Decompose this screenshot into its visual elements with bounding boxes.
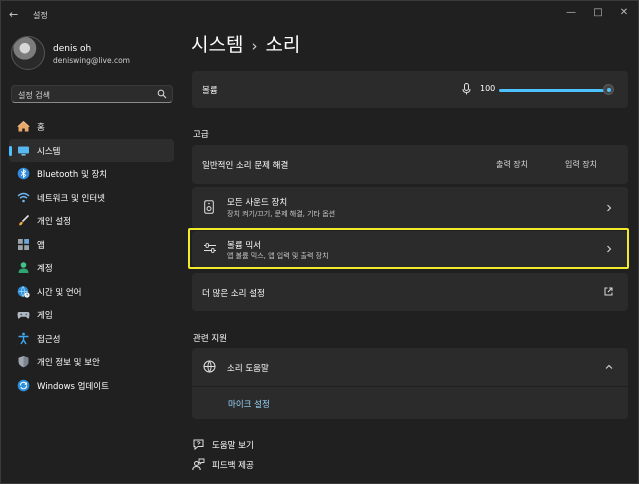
troubleshoot-card: 일반적인 소리 문제 해결 출력 장치 입력 장치 <box>192 145 628 184</box>
apps-icon <box>18 238 29 250</box>
sidebar-item-accessibility[interactable]: 접근성 <box>9 327 174 351</box>
sidebar-item-system[interactable]: 시스템 <box>9 138 174 162</box>
volume-mixer-card[interactable]: 볼륨 믹서 앱 볼륨 믹스, 앱 입력 및 출력 장치 <box>192 231 628 267</box>
all-sound-devices-description: 장치 켜기/끄기, 문제 해결, 기타 옵션 <box>227 210 336 218</box>
monitor-icon <box>18 146 29 155</box>
active-indicator <box>9 145 12 156</box>
shield-icon <box>18 356 29 368</box>
sound-help-label: 소리 도움말 <box>227 364 269 374</box>
title-bar: ← 설정 — □ ✕ <box>1 1 638 29</box>
breadcrumb: 시스템 › 소리 <box>191 30 300 57</box>
input-devices-button[interactable]: 입력 장치 <box>565 159 597 170</box>
sidebar-item-label: 접근성 <box>37 334 61 345</box>
sidebar-item-time-language[interactable]: 시간 및 언어 <box>9 280 174 304</box>
more-sound-settings-label: 더 많은 소리 설정 <box>202 289 265 299</box>
feedback-link[interactable]: 피드백 제공 <box>192 458 254 471</box>
sidebar-item-label: 시스템 <box>37 146 61 157</box>
chevron-right-icon <box>607 245 612 253</box>
user-email: deniswing@live.com <box>53 56 130 65</box>
sidebar-item-network[interactable]: 네트워크 및 인터넷 <box>9 186 174 210</box>
feedback-label: 피드백 제공 <box>212 460 254 471</box>
search-input[interactable]: 설정 검색 <box>11 85 173 103</box>
sidebar-item-label: 계정 <box>37 264 53 274</box>
help-chat-icon <box>193 439 204 451</box>
globe-icon <box>203 360 216 373</box>
volume-value: 100 <box>480 84 496 93</box>
search-placeholder: 설정 검색 <box>18 91 50 100</box>
sound-help-card[interactable]: 소리 도움말 <box>192 348 628 386</box>
chevron-right-icon <box>607 204 612 212</box>
mic-setup-link[interactable]: 마이크 설정 <box>228 398 270 410</box>
mixer-sliders-icon <box>204 243 216 253</box>
window-title: 설정 <box>33 11 48 20</box>
all-sound-devices-card[interactable]: 모든 사운드 장치 장치 켜기/끄기, 문제 해결, 기타 옵션 <box>192 187 628 229</box>
sidebar-item-gaming[interactable]: 게임 <box>9 303 174 327</box>
home-icon <box>17 120 30 132</box>
sound-help-expanded: 마이크 설정 <box>192 387 628 419</box>
page-title: 소리 <box>265 34 301 56</box>
sidebar-item-label: 시간 및 언어 <box>37 287 82 298</box>
sidebar-item-personalization[interactable]: 개인 설정 <box>9 209 174 233</box>
more-sound-settings-card[interactable]: 더 많은 소리 설정 <box>192 273 628 311</box>
minimize-button[interactable]: — <box>556 5 586 21</box>
bluetooth-icon <box>17 167 30 180</box>
brush-icon <box>19 214 30 226</box>
avatar[interactable] <box>11 36 45 70</box>
sidebar-item-windows-update[interactable]: Windows 업데이트 <box>9 374 174 398</box>
person-icon <box>18 262 29 273</box>
sidebar-item-label: 홈 <box>37 123 45 133</box>
sidebar-item-accounts[interactable]: 계정 <box>9 256 174 280</box>
sidebar-item-privacy[interactable]: 개인 정보 및 보안 <box>9 350 174 374</box>
sidebar-item-apps[interactable]: 앱 <box>9 233 174 257</box>
chevron-up-icon <box>605 364 613 369</box>
volume-slider-track[interactable] <box>499 89 612 92</box>
sidebar-nav: 홈 시스템 Bluetooth 및 장치 네트워크 및 인터넷 개인 설정 앱 … <box>9 115 174 397</box>
sidebar-item-label: Windows 업데이트 <box>37 381 109 392</box>
sidebar-item-label: 개인 설정 <box>37 217 71 227</box>
sidebar-item-home[interactable]: 홈 <box>9 115 174 139</box>
sidebar-item-label: 게임 <box>37 311 53 321</box>
globe-clock-icon <box>17 285 30 298</box>
volume-card: 볼륨 100 <box>192 71 628 108</box>
volume-label: 볼륨 <box>202 86 218 96</box>
sidebar-item-label: 개인 정보 및 보안 <box>37 358 100 368</box>
speaker-device-icon <box>204 200 214 214</box>
back-arrow-icon[interactable]: ← <box>9 9 23 21</box>
sidebar-item-label: 네트워크 및 인터넷 <box>37 193 105 204</box>
volume-mixer-description: 앱 볼륨 믹스, 앱 입력 및 출력 장치 <box>227 252 329 260</box>
section-title-related: 관련 지원 <box>193 334 227 344</box>
get-help-link[interactable]: 도움말 보기 <box>192 438 254 451</box>
wifi-icon <box>17 192 30 202</box>
gamepad-icon <box>17 312 30 319</box>
update-icon <box>17 379 30 391</box>
get-help-label: 도움말 보기 <box>212 440 254 451</box>
sidebar-item-label: Bluetooth 및 장치 <box>37 170 108 180</box>
feedback-person-icon <box>192 458 205 471</box>
volume-slider-thumb[interactable] <box>603 84 614 95</box>
sidebar-item-bluetooth[interactable]: Bluetooth 및 장치 <box>9 162 174 186</box>
microphone-icon[interactable] <box>462 83 471 95</box>
volume-mixer-label: 볼륨 믹서 <box>227 241 261 251</box>
accessibility-icon <box>18 332 29 344</box>
breadcrumb-parent[interactable]: 시스템 <box>191 34 243 56</box>
output-devices-button[interactable]: 출력 장치 <box>496 159 528 170</box>
external-link-icon <box>604 287 613 296</box>
breadcrumb-separator: › <box>251 37 258 55</box>
user-name: denis oh <box>53 44 92 54</box>
search-icon[interactable] <box>157 89 167 99</box>
all-sound-devices-label: 모든 사운드 장치 <box>227 198 288 208</box>
close-button[interactable]: ✕ <box>609 5 639 21</box>
settings-window: ← 설정 — □ ✕ denis oh deniswing@live.com 설… <box>0 0 639 484</box>
sidebar-item-label: 앱 <box>37 240 45 251</box>
troubleshoot-label: 일반적인 소리 문제 해결 <box>202 161 289 171</box>
section-title-advanced: 고급 <box>193 130 209 140</box>
